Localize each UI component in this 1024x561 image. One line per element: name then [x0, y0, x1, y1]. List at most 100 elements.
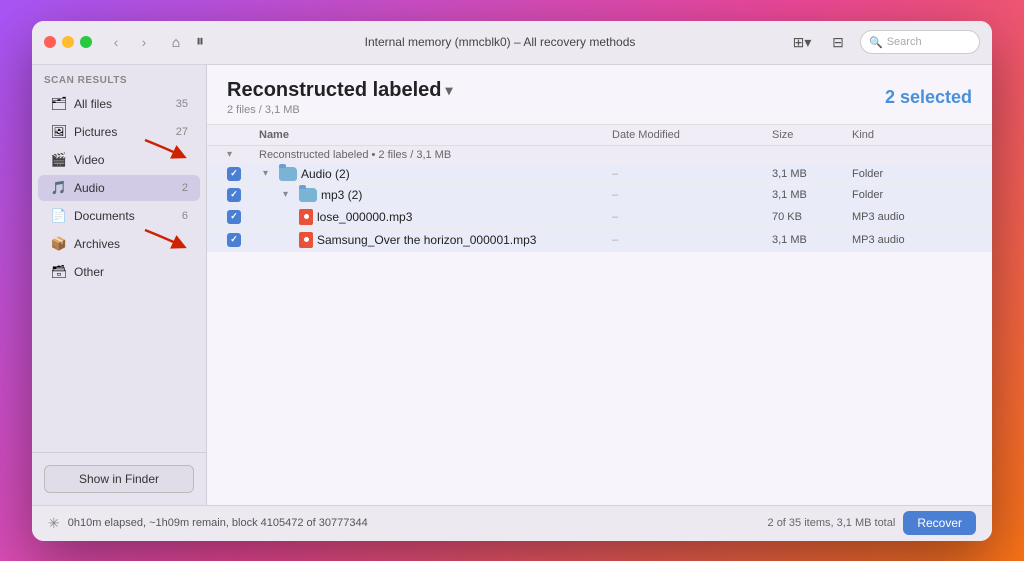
file-name-text-4: Samsung_Over the horizon_000001.mp3 [317, 233, 536, 247]
header-kind[interactable]: Kind [852, 129, 972, 141]
sidebar-item-audio[interactable]: 🎵 Audio 2 [38, 175, 200, 201]
row-size-3: 70 KB [772, 211, 852, 223]
content-header: Reconstructed labeled ▾ 2 files / 3,1 MB… [207, 65, 992, 125]
sidebar-item-label-documents: Documents [74, 209, 176, 223]
table-row[interactable]: Samsung_Over the horizon_000001.mp3 – 3,… [207, 229, 992, 252]
forward-button[interactable]: › [132, 30, 156, 54]
checkbox-mp3-2[interactable] [227, 233, 241, 247]
window-title: Internal memory (mmcblk0) – All recovery… [212, 35, 788, 49]
table-row[interactable]: ▾ Audio (2) – 3,1 MB Folder [207, 164, 992, 185]
table-row[interactable]: ▾ mp3 (2) – 3,1 MB Folder [207, 185, 992, 206]
status-elapsed-text: 0h10m elapsed, ~1h09m remain, block 4105… [68, 517, 760, 529]
video-icon: 🎬 [50, 151, 68, 169]
sidebar-item-label-archives: Archives [74, 237, 182, 251]
row-name-4: Samsung_Over the horizon_000001.mp3 [259, 232, 612, 248]
row-kind-2: Folder [852, 189, 972, 201]
expand-icon[interactable]: ▾ [263, 168, 275, 179]
mp3-icon-2 [299, 232, 313, 248]
home-button[interactable]: ⌂ [164, 30, 188, 54]
row-size-1: 3,1 MB [772, 168, 852, 180]
checkbox-mp3-folder[interactable] [227, 188, 241, 202]
sidebar-item-count-documents: 6 [182, 210, 188, 222]
row-date-1: – [612, 168, 772, 180]
search-box[interactable]: 🔍 Search [860, 30, 980, 54]
row-size-4: 3,1 MB [772, 234, 852, 246]
sidebar-item-count-pictures: 27 [176, 126, 188, 138]
row-date-2: – [612, 189, 772, 201]
all-files-icon: 🗂 [50, 95, 68, 113]
folder-title-chevron[interactable]: ▾ [446, 82, 453, 99]
folder-title-text: Reconstructed labeled [227, 79, 442, 102]
row-kind-4: MP3 audio [852, 234, 972, 246]
main-content: Scan results 🗂 All files 35 🖼 Pictures 2… [32, 65, 992, 505]
folder-title: Reconstructed labeled ▾ [227, 79, 453, 102]
group-chevron: ▾ [227, 149, 259, 160]
sidebar: Scan results 🗂 All files 35 🖼 Pictures 2… [32, 65, 207, 505]
table-header: Name Date Modified Size Kind [207, 125, 992, 146]
other-icon: 🗃 [50, 263, 68, 281]
row-checkbox-1[interactable] [227, 167, 259, 181]
app-window: ‹ › ⌂ ⏸ Internal memory (mmcblk0) – All … [32, 21, 992, 541]
checkbox-audio-folder[interactable] [227, 167, 241, 181]
sidebar-item-pictures[interactable]: 🖼 Pictures 27 [38, 119, 200, 145]
folder-icon-1 [279, 167, 297, 181]
row-checkbox-2[interactable] [227, 188, 259, 202]
row-checkbox-4[interactable] [227, 233, 259, 247]
header-name[interactable]: Name [259, 129, 612, 141]
content-area: Reconstructed labeled ▾ 2 files / 3,1 MB… [207, 65, 992, 505]
sidebar-item-video[interactable]: 🎬 Video [38, 147, 200, 173]
recover-button[interactable]: Recover [903, 511, 976, 535]
nav-buttons: ‹ › [104, 30, 156, 54]
view-toggle-button[interactable]: ⊞▾ [788, 30, 816, 54]
row-name-3: lose_000000.mp3 [259, 209, 612, 225]
row-date-3: – [612, 211, 772, 223]
file-name-text-2: mp3 (2) [321, 188, 362, 202]
file-count: 2 files / 3,1 MB [227, 104, 453, 116]
row-name-1: ▾ Audio (2) [259, 167, 612, 181]
row-kind-1: Folder [852, 168, 972, 180]
filter-button[interactable]: ⊟ [824, 30, 852, 54]
maximize-button[interactable] [80, 36, 92, 48]
file-name-text-3: lose_000000.mp3 [317, 210, 412, 224]
sidebar-item-all-files[interactable]: 🗂 All files 35 [38, 91, 200, 117]
header-size[interactable]: Size [772, 129, 852, 141]
audio-icon: 🎵 [50, 179, 68, 197]
sidebar-item-count-audio: 2 [182, 182, 188, 194]
sidebar-item-label-audio: Audio [74, 181, 176, 195]
search-icon: 🔍 [869, 36, 883, 49]
selected-badge: 2 selected [885, 87, 972, 108]
table-row[interactable]: lose_000000.mp3 – 70 KB MP3 audio [207, 206, 992, 229]
toolbar-right: ⊞▾ ⊟ 🔍 Search [788, 30, 980, 54]
group-label: Reconstructed labeled • 2 files / 3,1 MB [259, 149, 972, 161]
documents-icon: 📄 [50, 207, 68, 225]
mp3-dot-1 [304, 214, 309, 219]
traffic-lights [44, 36, 92, 48]
sidebar-item-other[interactable]: 🗃 Other [38, 259, 200, 285]
show-in-finder-button[interactable]: Show in Finder [44, 465, 194, 493]
row-date-4: – [612, 234, 772, 246]
sidebar-item-label-pictures: Pictures [74, 125, 170, 139]
status-bar: ✳ 0h10m elapsed, ~1h09m remain, block 41… [32, 505, 992, 541]
back-button[interactable]: ‹ [104, 30, 128, 54]
folder-title-area: Reconstructed labeled ▾ 2 files / 3,1 MB [227, 79, 453, 116]
row-kind-3: MP3 audio [852, 211, 972, 223]
sidebar-item-archives[interactable]: 📦 Archives [38, 231, 200, 257]
header-checkbox [227, 129, 259, 141]
row-size-2: 3,1 MB [772, 189, 852, 201]
checkbox-mp3-1[interactable] [227, 210, 241, 224]
close-button[interactable] [44, 36, 56, 48]
header-date[interactable]: Date Modified [612, 129, 772, 141]
status-items-info: 2 of 35 items, 3,1 MB total [768, 517, 896, 529]
file-name-text-1: Audio (2) [301, 167, 350, 181]
sidebar-item-documents[interactable]: 📄 Documents 6 [38, 203, 200, 229]
archives-icon: 📦 [50, 235, 68, 253]
pause-button[interactable]: ⏸ [196, 33, 204, 51]
minimize-button[interactable] [62, 36, 74, 48]
title-bar: ‹ › ⌂ ⏸ Internal memory (mmcblk0) – All … [32, 21, 992, 65]
row-name-2: ▾ mp3 (2) [259, 188, 612, 202]
row-checkbox-3[interactable] [227, 210, 259, 224]
expand-icon-2[interactable]: ▾ [283, 189, 295, 200]
sidebar-item-label-other: Other [74, 265, 182, 279]
status-spinner-icon: ✳ [48, 515, 60, 532]
sidebar-bottom: Show in Finder [32, 452, 206, 505]
